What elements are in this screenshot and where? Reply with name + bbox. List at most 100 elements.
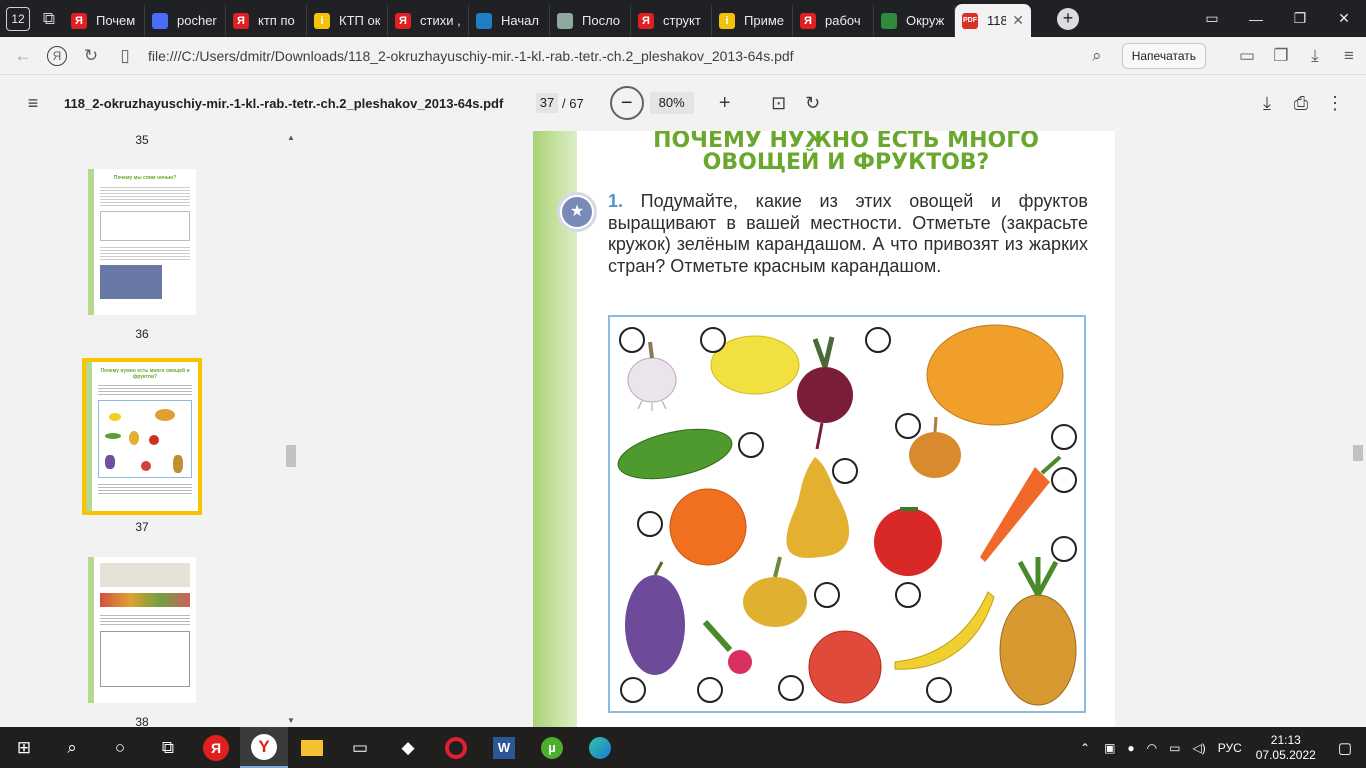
mark-circle: [778, 675, 804, 701]
windows-taskbar: ⊞ ⌕ ○ ⧉ Я Y ▭ ◆ W µ ⌃ ▣ ● ◠ ▭ ◁) РУС 21:…: [0, 727, 1366, 768]
volume-icon[interactable]: ◁): [1192, 741, 1205, 755]
minimize-button[interactable]: —: [1234, 0, 1278, 37]
tab-favicon-icon: Я: [800, 12, 816, 29]
tab-label: Начал: [501, 13, 539, 28]
new-window-icon[interactable]: ⧉: [34, 4, 64, 34]
tab-0[interactable]: Я Почем: [64, 5, 145, 36]
tab-7[interactable]: Яструкт: [631, 5, 712, 36]
task-number: 1.: [608, 191, 624, 211]
battery-icon[interactable]: ▭: [1230, 39, 1264, 73]
yandex-app-icon[interactable]: Я: [192, 727, 240, 768]
cortana-icon[interactable]: ○: [96, 727, 144, 768]
mark-circle: [619, 327, 645, 353]
tab-strip: Я Почем pocher Яктп по i КТП ок Ястихи , Начал П…: [64, 0, 955, 37]
app-icon[interactable]: ◆: [384, 727, 432, 768]
download-icon[interactable]: ⤓: [1298, 39, 1332, 73]
tab-label: Приме: [744, 13, 785, 28]
pdf-toolbar: ≡ 118_2-okruzhayuschiy-mir.-1-kl.-rab.-t…: [0, 75, 1366, 131]
pdf-viewer[interactable]: ПОЧЕМУ НУЖНО ЕСТЬ МНОГО ОВОЩЕЙ И ФРУКТОВ…: [298, 131, 1366, 727]
thumbnail-page-37[interactable]: Почему нужно есть много овощей и фруктов…: [82, 358, 202, 515]
mark-circle: [865, 327, 891, 353]
task-text: 1. Подумайте, какие из этих овощей и фру…: [608, 191, 1088, 277]
chevron-up-icon[interactable]: ⌃: [1080, 741, 1090, 755]
menu-icon[interactable]: ≡: [1332, 39, 1366, 73]
new-tab-button[interactable]: +: [1057, 7, 1079, 30]
yandex-browser-icon[interactable]: Y: [240, 727, 288, 768]
pdf-icon: PDF: [962, 12, 978, 29]
turnip: [743, 556, 807, 627]
yandex-button[interactable]: Я: [40, 39, 74, 73]
file-explorer-icon[interactable]: [288, 727, 336, 768]
back-button[interactable]: ←: [6, 39, 40, 73]
tab-9[interactable]: Ярабоч: [793, 5, 874, 36]
search-icon[interactable]: ⌕: [48, 727, 96, 768]
battery-tray-icon[interactable]: ▭: [1169, 741, 1180, 755]
tab-search-icon[interactable]: ▭: [1190, 0, 1234, 37]
windows-start-icon[interactable]: ⊞: [0, 727, 48, 768]
restore-button[interactable]: ❐: [1278, 0, 1322, 37]
viewer-scroll-thumb[interactable]: [1353, 445, 1363, 461]
reload-button[interactable]: ↻: [74, 39, 108, 73]
tab-counter-button[interactable]: 12: [6, 6, 30, 31]
word-icon[interactable]: W: [480, 727, 528, 768]
tab-1[interactable]: pocher: [145, 5, 226, 36]
tab-favicon-icon: [557, 12, 573, 29]
zoom-in-button[interactable]: +: [708, 86, 742, 120]
tab-8[interactable]: i Приме: [712, 5, 793, 36]
viewer-scrollbar[interactable]: [1350, 131, 1366, 727]
thumbnail-page-36[interactable]: Почему мы спим ночью?: [88, 169, 196, 315]
thumb-36-title: Почему мы спим ночью?: [113, 175, 177, 181]
search-page-icon[interactable]: ⌕: [1080, 39, 1114, 73]
zoom-out-button[interactable]: −: [609, 86, 644, 120]
mark-circle: [1051, 424, 1077, 450]
mark-circle: [926, 677, 952, 703]
sidebar-menu-icon[interactable]: ≡: [16, 86, 50, 120]
thumbnail-sidebar: 35 Почему мы спим ночью? 36 Почему нужно…: [0, 131, 298, 727]
mark-circle: [738, 432, 764, 458]
fruits-vegetables-picture: [608, 315, 1086, 713]
computer-icon[interactable]: ▭: [336, 727, 384, 768]
sidebar-scrollbar[interactable]: ▲ ▼: [284, 131, 298, 727]
notifications-icon[interactable]: ▢: [1338, 739, 1352, 757]
tab-label: стихи ,: [420, 13, 461, 28]
download-pdf-icon[interactable]: ⤓: [1250, 86, 1284, 120]
page-number-input[interactable]: 37: [536, 93, 558, 113]
tab-label: Окруж: [906, 13, 945, 28]
clock[interactable]: 21:13 07.05.2022: [1256, 733, 1316, 763]
edge-icon[interactable]: [576, 727, 624, 768]
meet-icon[interactable]: ▣: [1104, 741, 1115, 755]
tab-3[interactable]: i КТП ок: [307, 5, 388, 36]
utorrent-icon[interactable]: µ: [528, 727, 576, 768]
language-indicator[interactable]: РУС: [1218, 741, 1242, 755]
tab-4[interactable]: Ястихи ,: [388, 5, 469, 36]
more-options-icon[interactable]: ⋮: [1318, 86, 1352, 120]
tab-favicon-icon: i: [719, 12, 735, 29]
tab-6[interactable]: Посло: [550, 5, 631, 36]
carrot: [980, 455, 1062, 562]
print-button[interactable]: Напечатать: [1121, 42, 1206, 69]
close-tab-icon[interactable]: ✕: [1012, 12, 1024, 29]
sidebar-scroll-thumb[interactable]: [286, 445, 296, 467]
wifi-icon[interactable]: ◠: [1147, 741, 1157, 755]
mark-circle: [895, 582, 921, 608]
mark-circle: [637, 511, 663, 537]
print-pdf-icon[interactable]: ⎙: [1284, 86, 1318, 120]
collections-icon[interactable]: ❐: [1264, 39, 1298, 73]
tab-active-pdf[interactable]: PDF 118_ ✕: [955, 4, 1031, 37]
url-field[interactable]: file:///C:/Users/dmitr/Downloads/118_2-o…: [148, 48, 1080, 64]
tab-10[interactable]: Окруж: [874, 5, 955, 36]
opera-icon[interactable]: [432, 727, 480, 768]
yandex-icon: Я: [47, 45, 67, 66]
close-window-button[interactable]: ✕: [1322, 0, 1366, 37]
fit-page-icon[interactable]: ⊡: [762, 86, 796, 120]
rotate-icon[interactable]: ↻: [796, 86, 830, 120]
tab-2[interactable]: Яктп по: [226, 5, 307, 36]
zoom-input[interactable]: 80%: [649, 92, 694, 114]
mark-circle: [895, 413, 921, 439]
task-view-icon[interactable]: ⧉: [144, 727, 192, 768]
microphone-icon[interactable]: ●: [1127, 741, 1134, 755]
mark-circle: [697, 677, 723, 703]
tab-label: Почем: [96, 13, 136, 28]
thumbnail-page-38[interactable]: [88, 557, 196, 703]
tab-5[interactable]: Начал: [469, 5, 550, 36]
